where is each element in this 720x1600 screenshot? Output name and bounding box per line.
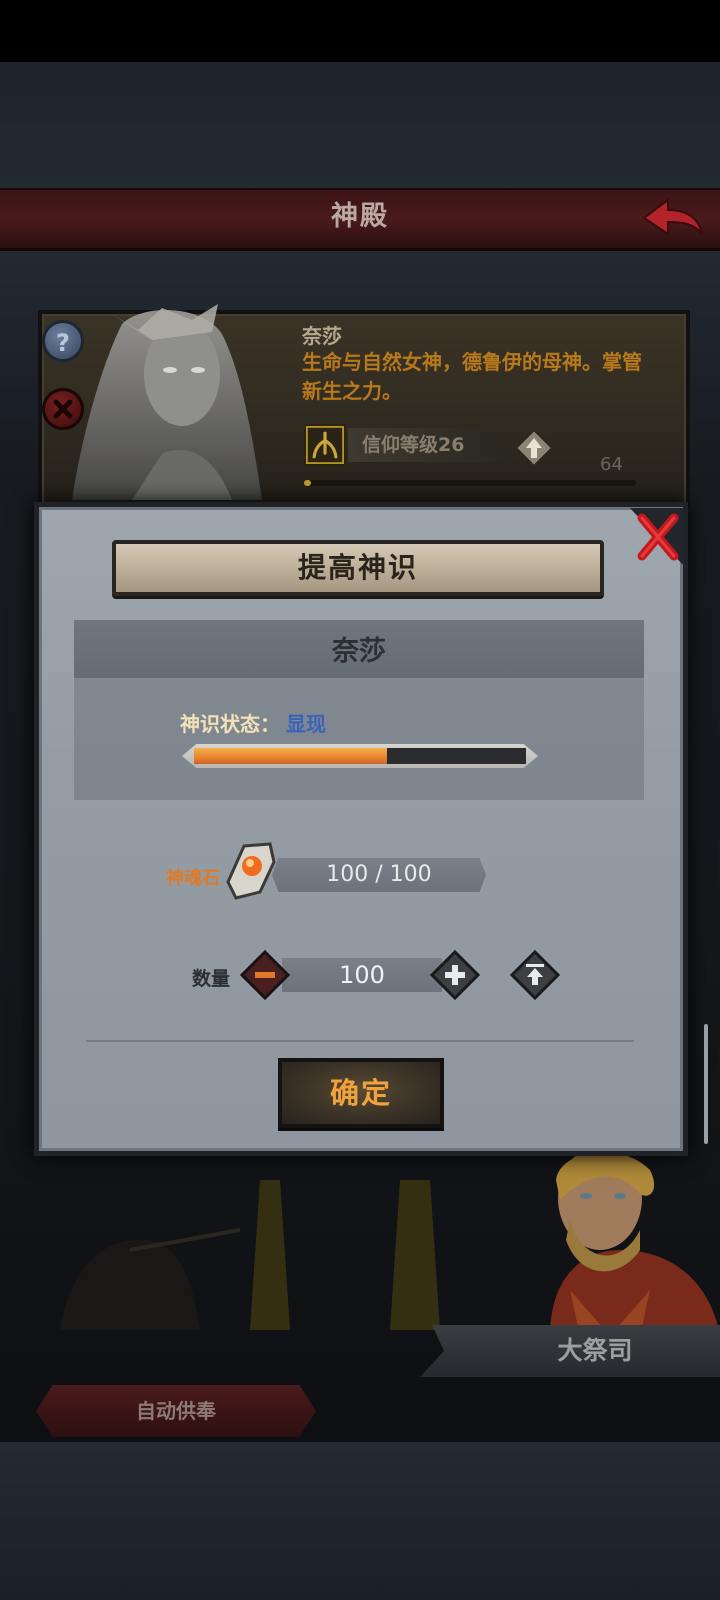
dialog-god-name: 奈莎 <box>332 636 386 667</box>
page-title: 神殿 <box>331 201 389 232</box>
god-name: 奈莎 <box>302 324 342 348</box>
faith-count: 64 <box>600 454 623 475</box>
soul-stone-label: 神魂石 <box>166 868 220 889</box>
dialog-divider <box>86 1040 634 1042</box>
max-icon[interactable] <box>510 950 560 1000</box>
god-description: 生命与自然女神，德鲁伊的母神。掌管新生之力。 <box>302 350 642 403</box>
scroll-indicator <box>704 1024 708 1144</box>
status-value: 显现 <box>286 712 326 736</box>
help-icon[interactable]: ? <box>42 320 84 362</box>
auto-offer-label[interactable]: 自动供奉 <box>36 1385 316 1437</box>
faith-progress-fill <box>304 480 311 486</box>
faith-progress-track <box>304 480 636 486</box>
goddess-portrait <box>72 304 262 500</box>
close-icon[interactable] <box>42 388 84 430</box>
bottom-panel <box>0 1442 720 1600</box>
status-progress-fill <box>194 748 387 764</box>
high-priest-portrait <box>550 1146 720 1336</box>
faith-level-label: 信仰等级26 <box>362 434 465 456</box>
plus-icon[interactable] <box>430 950 480 1000</box>
faith-symbol-icon <box>304 424 346 466</box>
confirm-label[interactable]: 确定 <box>278 1058 444 1128</box>
minus-icon[interactable] <box>240 950 290 1000</box>
role-label: 大祭司 <box>557 1336 633 1365</box>
status-bar-area <box>0 0 720 62</box>
quantity-value[interactable]: 100 <box>282 958 442 992</box>
dialog-title: 提高神识 <box>297 551 418 584</box>
back-arrow-icon[interactable] <box>640 196 704 242</box>
upgrade-icon[interactable] <box>514 428 554 468</box>
soul-stone-icon <box>226 842 276 900</box>
soul-stone-count: 100 / 100 <box>326 862 432 887</box>
background-figures <box>60 1180 440 1330</box>
quantity-label: 数量 <box>192 968 231 990</box>
dialog-close-icon[interactable] <box>630 508 684 566</box>
status-label: 神识状态： <box>180 712 280 736</box>
